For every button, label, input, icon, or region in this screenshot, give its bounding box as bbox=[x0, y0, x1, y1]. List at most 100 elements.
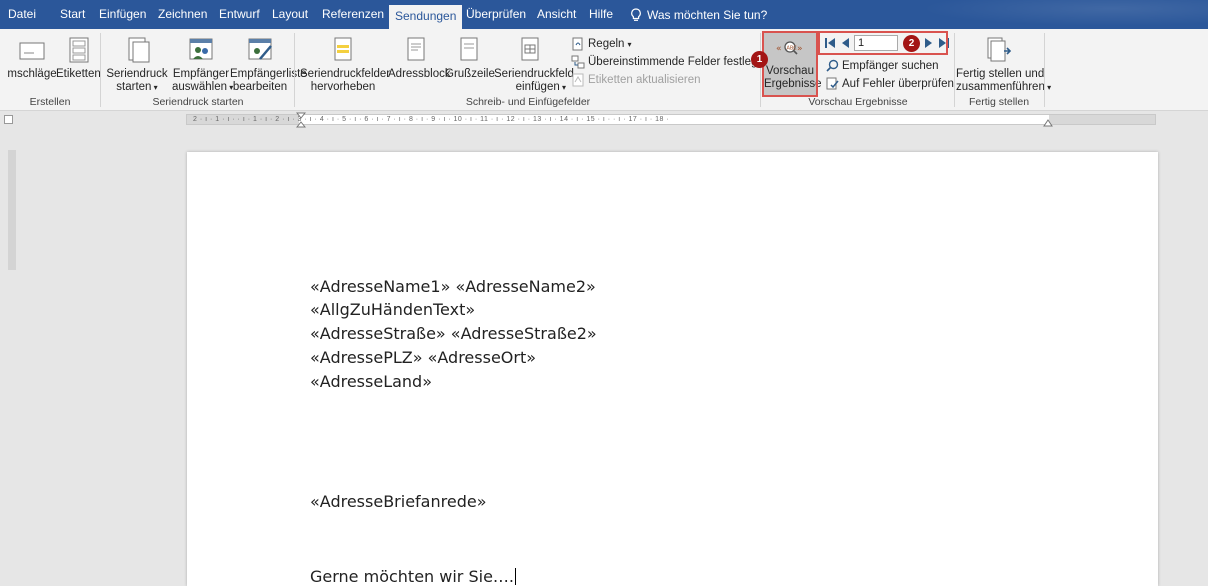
update-labels-icon bbox=[572, 73, 584, 87]
regeln-label: Regeln bbox=[588, 38, 625, 50]
body-text: Gerne möchten wir Sie…. bbox=[310, 567, 514, 586]
document-page[interactable]: «AdresseName1» «AdresseName2» «AllgZuHän… bbox=[187, 152, 1158, 586]
tab-start[interactable]: Start bbox=[60, 0, 85, 29]
group-separator bbox=[760, 33, 761, 107]
tab-zeichnen[interactable]: Zeichnen bbox=[158, 0, 207, 29]
etiketten-aktualisieren-button[interactable]: Etiketten aktualisieren bbox=[571, 73, 701, 87]
finish-merge-icon bbox=[987, 37, 1012, 62]
group-fertig-stellen: Fertig stellen bbox=[968, 96, 1030, 108]
menu-bar: Datei Start Einfügen Zeichnen Entwurf La… bbox=[0, 0, 1208, 29]
grusszeile-label: Grußzeile bbox=[445, 68, 495, 80]
etiketten-label: Etiketten bbox=[56, 68, 101, 80]
vertical-ruler-margin bbox=[8, 150, 16, 270]
rules-icon bbox=[572, 37, 583, 51]
uebereinstimmende-felder-button[interactable]: Übereinstimmende Felder festlegen bbox=[571, 55, 770, 69]
address-line-4[interactable]: «AdressePLZ» «AdresseOrt» bbox=[310, 348, 536, 367]
empfaenger-suchen-button[interactable]: Empfänger suchen bbox=[826, 59, 939, 72]
labels-icon bbox=[69, 37, 89, 63]
tab-ansicht[interactable]: Ansicht bbox=[537, 0, 576, 29]
empfaenger-auswaehlen-label-2: auswählen bbox=[172, 81, 227, 93]
ruler-right-margin bbox=[1049, 115, 1155, 124]
vertical-ruler[interactable] bbox=[8, 150, 16, 586]
seriendruck-starten-button[interactable]: Seriendruck starten ▾ bbox=[104, 35, 170, 94]
tab-hilfe[interactable]: Hilfe bbox=[589, 0, 613, 29]
empfaenger-auswaehlen-button[interactable]: Empfänger auswählen ▾ bbox=[172, 35, 233, 94]
body-line[interactable]: Gerne möchten wir Sie…. bbox=[310, 567, 516, 586]
etiketten-aktualisieren-label: Etiketten aktualisieren bbox=[588, 74, 701, 86]
select-recipients-icon bbox=[189, 38, 213, 60]
address-line-1[interactable]: «AdresseName1» «AdresseName2» bbox=[310, 277, 596, 296]
title-bar-decoration bbox=[888, 0, 1208, 29]
seriendruckfelder-hervorheben-button[interactable]: Seriendruckfelder hervorheben bbox=[300, 35, 390, 94]
seriendruckfeld-label-1: Seriendruckfeld bbox=[494, 68, 574, 80]
tab-layout[interactable]: Layout bbox=[272, 0, 308, 29]
tab-ueberpruefen[interactable]: Überprüfen bbox=[466, 0, 526, 29]
check-errors-icon bbox=[826, 77, 839, 90]
address-line-2[interactable]: «AllgZuHändenText» bbox=[310, 300, 475, 319]
dropdown-arrow-icon: ▾ bbox=[1044, 83, 1052, 92]
highlight-fields-icon bbox=[334, 37, 352, 61]
envelope-icon bbox=[19, 42, 45, 60]
fertig-label-2: zusammenführen bbox=[956, 81, 1045, 93]
lightbulb-icon bbox=[631, 7, 641, 21]
tell-me-text: Was möchten Sie tun? bbox=[647, 7, 768, 22]
greeting-line-icon bbox=[460, 37, 478, 61]
fehler-ueberpruefen-label: Auf Fehler überprüfen bbox=[842, 77, 954, 90]
dropdown-arrow-icon: ▾ bbox=[627, 39, 632, 49]
tab-datei[interactable]: Datei bbox=[8, 0, 36, 29]
horizontal-ruler[interactable]: 2 · ı · 1 · ı · · ı · 1 · ı · 2 · ı · 3 … bbox=[0, 111, 1208, 128]
edit-recipient-list-icon bbox=[248, 38, 272, 60]
grusszeile-button[interactable]: Grußzeile bbox=[445, 35, 495, 81]
tab-entwurf[interactable]: Entwurf bbox=[219, 0, 260, 29]
uebereinstimmende-label: Übereinstimmende Felder festlegen bbox=[588, 56, 771, 68]
highlight-box-navigation bbox=[818, 31, 948, 55]
match-fields-icon bbox=[571, 55, 585, 69]
ruler-strip[interactable]: 2 · ı · 1 · ı · · ı · 1 · ı · 2 · ı · 3 … bbox=[186, 114, 1156, 125]
empfaengerliste-label-1: Empfängerliste bbox=[230, 68, 307, 80]
right-indent-marker-icon[interactable] bbox=[1043, 119, 1053, 127]
ruler-numbers: 2 · ı · 1 · ı · · ı · 1 · ı · 2 · ı · 3 … bbox=[193, 116, 670, 123]
tab-einfuegen[interactable]: Einfügen bbox=[99, 0, 146, 29]
text-cursor bbox=[515, 568, 516, 585]
group-schreib-einfuegefelder: Schreib- und Einfügefelder bbox=[465, 96, 591, 108]
tab-selector[interactable] bbox=[4, 115, 13, 124]
group-separator bbox=[100, 33, 101, 107]
mail-merge-document-icon bbox=[128, 37, 150, 63]
dropdown-arrow-icon: ▾ bbox=[151, 83, 158, 92]
empfaenger-suchen-label: Empfänger suchen bbox=[842, 59, 939, 72]
find-recipient-icon bbox=[826, 59, 839, 72]
seriendruck-starten-label-2: starten bbox=[116, 81, 152, 93]
group-separator bbox=[1044, 33, 1045, 107]
dropdown-arrow-icon: ▾ bbox=[559, 83, 566, 92]
group-vorschau-ergebnisse: Vorschau Ergebnisse bbox=[808, 96, 908, 108]
indent-marker-icon[interactable] bbox=[296, 112, 306, 128]
address-line-5[interactable]: «AdresseLand» bbox=[310, 372, 432, 391]
etiketten-button[interactable]: Etiketten bbox=[56, 35, 101, 81]
umschlaege-button[interactable]: mschläge bbox=[4, 35, 60, 81]
tell-me-search[interactable]: Was möchten Sie tun? bbox=[630, 0, 767, 29]
fertig-stellen-button[interactable]: Fertig stellen und zusammenführen ▾ bbox=[956, 35, 1051, 94]
address-line-3[interactable]: «AdresseStraße» «AdresseStraße2» bbox=[310, 324, 597, 343]
umschlaege-label: mschläge bbox=[7, 68, 57, 80]
adressblock-label: Adressblock bbox=[388, 68, 451, 80]
empfaengerliste-label-2: bearbeiten bbox=[232, 81, 288, 93]
adressblock-button[interactable]: Adressblock bbox=[388, 35, 451, 81]
tab-sendungen[interactable]: Sendungen bbox=[389, 5, 463, 29]
seriendruck-starten-label-1: Seriendruck bbox=[106, 68, 168, 80]
group-separator bbox=[294, 33, 295, 107]
group-erstellen: Erstellen bbox=[29, 96, 71, 108]
salutation-line[interactable]: «AdresseBriefanrede» bbox=[310, 492, 486, 511]
highlight-box-preview bbox=[762, 31, 818, 97]
seriendruckfeld-einfuegen-button[interactable]: Seriendruckfeld einfügen ▾ bbox=[494, 35, 574, 94]
tab-referenzen[interactable]: Referenzen bbox=[322, 0, 384, 29]
fertig-label-1: Fertig stellen und bbox=[956, 68, 1045, 80]
regeln-button[interactable]: Regeln ▾ bbox=[571, 37, 631, 51]
empfaenger-auswaehlen-label-1: Empfänger bbox=[172, 68, 230, 80]
callout-badge-1: 1 bbox=[751, 51, 768, 68]
ribbon: mschläge Etiketten Erstellen Seriendruck… bbox=[0, 29, 1208, 111]
seriendruckfeld-label-2-wrap: einfügen ▾ bbox=[494, 81, 566, 94]
insert-merge-field-icon bbox=[521, 37, 539, 61]
fehler-ueberpruefen-button[interactable]: Auf Fehler überprüfen bbox=[826, 77, 954, 90]
callout-badge-2: 2 bbox=[903, 35, 920, 52]
empfaengerliste-bearbeiten-button[interactable]: Empfängerliste bearbeiten bbox=[230, 35, 307, 94]
